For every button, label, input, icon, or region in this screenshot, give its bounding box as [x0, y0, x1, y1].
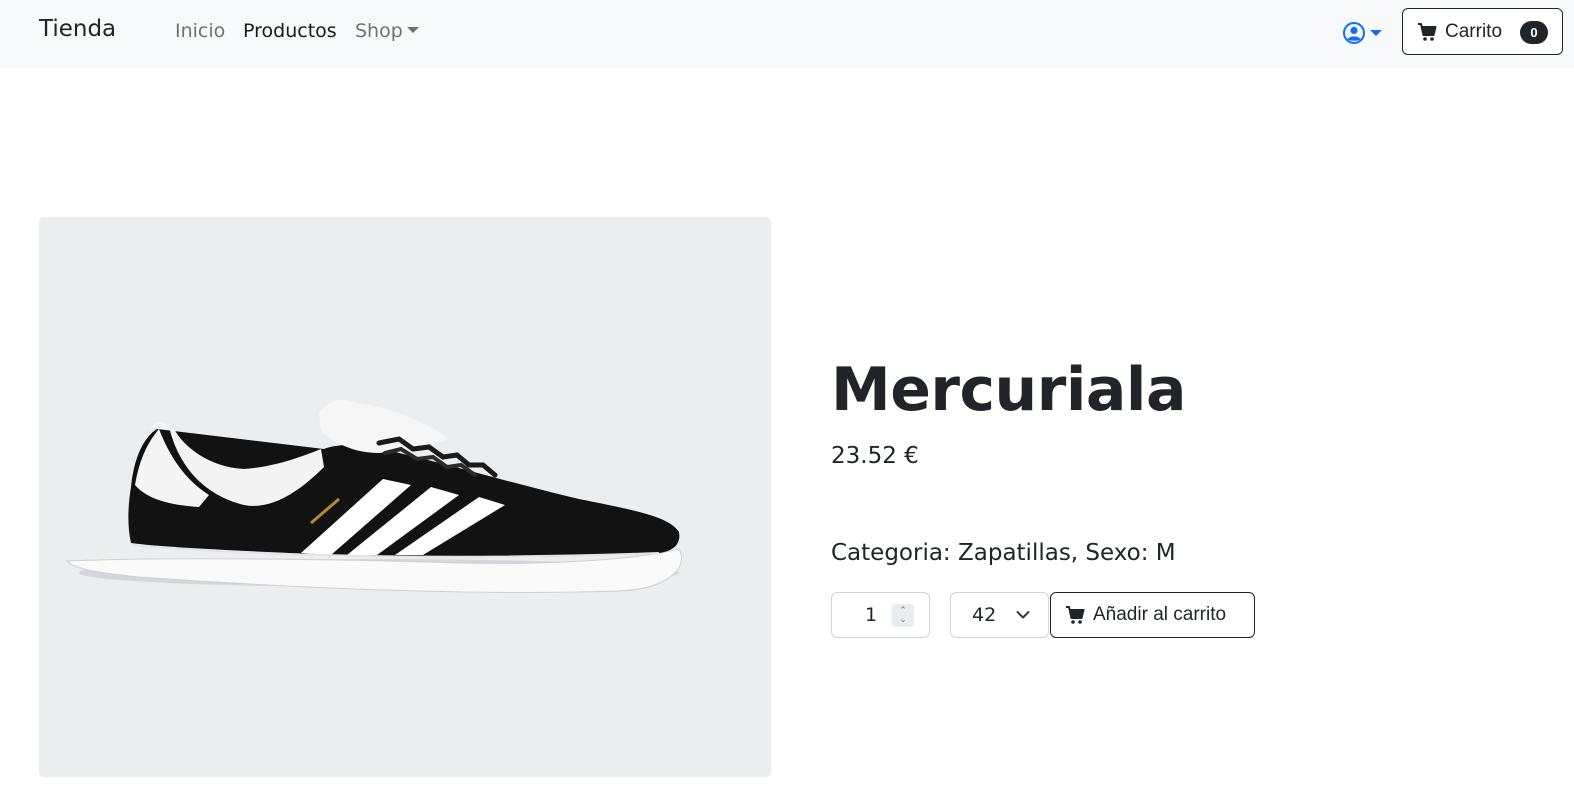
cart-label: Carrito [1445, 20, 1503, 42]
brand-logo[interactable]: Tienda [39, 16, 116, 42]
add-to-cart-label: Añadir al carrito [1093, 604, 1227, 625]
size-select[interactable]: 42 [950, 592, 1049, 638]
product-image [39, 217, 771, 777]
navbar: Tienda Inicio Productos Shop Carrito 0 [0, 0, 1574, 68]
nav-link-inicio[interactable]: Inicio [175, 20, 225, 42]
nav-shop-label: Shop [355, 20, 403, 42]
cart-count-badge: 0 [1520, 21, 1548, 44]
quantity-stepper[interactable]: 1 ⌃ ⌄ [831, 592, 930, 638]
cart-icon [1066, 606, 1085, 624]
nav-link-productos[interactable]: Productos [243, 20, 337, 42]
user-menu-dropdown[interactable] [1342, 20, 1386, 46]
chevron-down-icon [1016, 611, 1030, 619]
product-category-gender: Categoria: Zapatillas, Sexo: M [831, 540, 1176, 566]
cart-icon [1418, 22, 1437, 41]
add-to-cart-button[interactable]: Añadir al carrito [1050, 592, 1255, 638]
caret-down-icon [406, 27, 419, 33]
product-title: Mercuriala [831, 355, 1186, 425]
stepper-arrows[interactable]: ⌃ ⌄ [892, 604, 914, 627]
size-value: 42 [972, 604, 997, 626]
cart-button[interactable]: Carrito 0 [1402, 8, 1563, 55]
caret-down-icon [1370, 30, 1382, 36]
chevron-down-icon[interactable]: ⌄ [899, 615, 907, 625]
user-circle-icon [1343, 22, 1365, 44]
nav-dropdown-shop[interactable]: Shop [355, 20, 419, 42]
product-price: 23.52 € [831, 443, 919, 469]
sneaker-image [65, 399, 682, 593]
